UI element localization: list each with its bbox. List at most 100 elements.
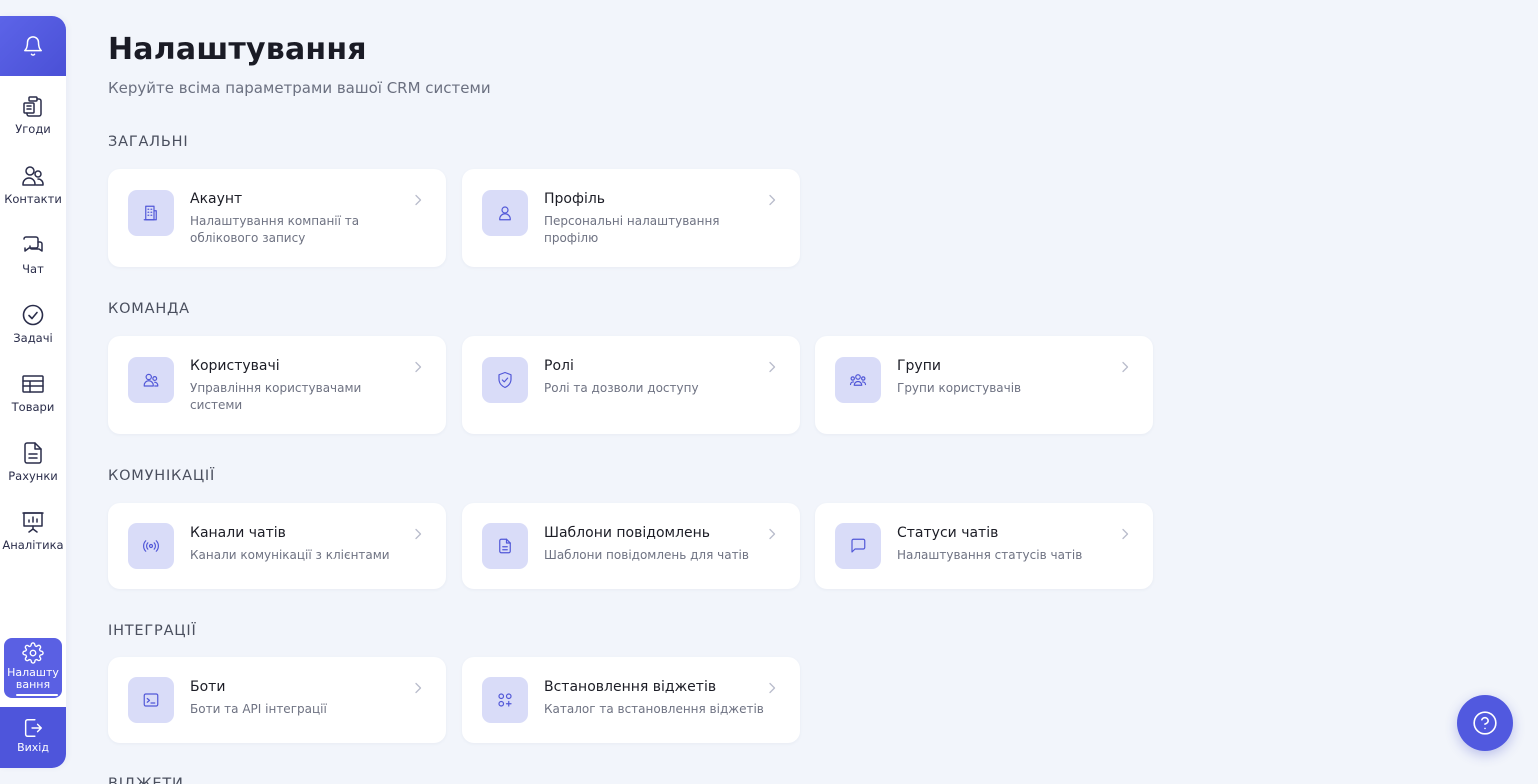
card-account[interactable]: Акаунт Налаштування компанії та обліково… [108, 169, 446, 267]
clipboard-icon [23, 96, 42, 117]
sidebar-item-invoices[interactable]: Рахунки [0, 441, 66, 501]
sidebar-item-settings[interactable]: Налашту вання [4, 638, 62, 698]
card-description: Боти та API інтеграції [190, 702, 327, 716]
card-profile[interactable]: Профіль Персональні налаштування профілю [462, 169, 800, 267]
chat-icon [23, 236, 43, 252]
chevron-right-icon [769, 682, 776, 694]
terminal-icon [143, 693, 159, 707]
card-title: Акаунт [190, 191, 243, 207]
logout-icon [24, 719, 42, 737]
section-title-widgets: ВІДЖЕТИ [108, 776, 184, 784]
card-title: Шаблони повідомлень [544, 525, 711, 541]
card-icon-box [128, 357, 174, 403]
card-groups[interactable]: Групи Групи користувачів [815, 336, 1153, 434]
presentation-chart-icon [22, 512, 44, 533]
users-icon [143, 373, 159, 387]
user-icon [499, 206, 511, 221]
card-bots[interactable]: Боти Боти та API інтеграції [108, 657, 446, 743]
bell-icon [24, 36, 42, 56]
card-chat-channels[interactable]: Канали чатів Канали комунікації з клієнт… [108, 503, 446, 589]
sidebar-item-label: Задачі [13, 331, 53, 345]
file-text-icon [499, 538, 511, 554]
card-icon-box [482, 677, 528, 723]
section-title-communications: КОМУНІКАЦІЇ [108, 468, 216, 484]
card-icon-box [482, 357, 528, 403]
card-icon-box [128, 677, 174, 723]
card-title: Канали чатів [190, 525, 286, 541]
sidebar-item-label: Угоди [15, 122, 51, 136]
chevron-right-icon [769, 194, 776, 206]
broadcast-icon [143, 540, 159, 552]
message-square-icon [851, 538, 866, 553]
card-description: Налаштування статусів чатів [897, 548, 1083, 562]
sidebar-item-analytics[interactable]: Аналітика [0, 510, 66, 570]
widgets-icon [498, 693, 512, 707]
card-description: Каталог та встановлення віджетів [544, 702, 764, 716]
section-title-team: КОМАНДА [108, 301, 190, 317]
section-title-general: ЗАГАЛЬНІ [108, 134, 189, 150]
chevron-right-icon [1122, 361, 1129, 373]
card-description: Персональні налаштування профілю [544, 214, 720, 245]
card-icon-box [128, 523, 174, 569]
sidebar-item-contacts[interactable]: Контакти [0, 164, 66, 224]
chevron-right-icon [769, 361, 776, 373]
logout-button[interactable]: Вихід [0, 707, 66, 768]
group-icon [849, 374, 867, 386]
card-title: Групи [897, 358, 941, 374]
users-icon [22, 166, 44, 186]
sidebar-item-label: Аналітика [2, 538, 64, 552]
sidebar-item-chat[interactable]: Чат [0, 234, 66, 294]
card-description: Шаблони повідомлень для чатів [544, 548, 749, 562]
card-description: Канали комунікації з клієнтами [190, 548, 390, 562]
notifications-button[interactable] [0, 16, 66, 76]
card-description: Налаштування компанії та облікового запи… [190, 214, 360, 245]
chevron-right-icon [415, 361, 422, 373]
page-subtitle: Керуйте всіма параметрами вашої CRM сист… [108, 79, 491, 97]
section-title-integrations: ІНТЕГРАЦІЇ [108, 623, 197, 639]
document-icon [24, 442, 42, 464]
sidebar-item-deals[interactable]: Угоди [0, 94, 66, 154]
shield-icon [498, 371, 512, 389]
card-title: Профіль [544, 191, 606, 207]
active-indicator [16, 694, 58, 696]
table-icon [22, 375, 44, 393]
card-widgets-install[interactable]: Встановлення віджетів Каталог та встанов… [462, 657, 800, 743]
chevron-right-icon [769, 528, 776, 540]
sidebar-item-label: Контакти [4, 192, 62, 206]
sidebar-item-products[interactable]: Товари [0, 372, 66, 432]
building-icon [143, 205, 157, 221]
card-description: Управління користувачами системи [190, 381, 362, 412]
card-description: Ролі та дозволи доступу [544, 381, 699, 395]
question-circle-icon [1473, 711, 1497, 735]
card-icon-box [482, 523, 528, 569]
card-chat-statuses[interactable]: Статуси чатів Налаштування статусів чаті… [815, 503, 1153, 589]
card-icon-box [128, 190, 174, 236]
card-roles[interactable]: Ролі Ролі та дозволи доступу [462, 336, 800, 434]
chevron-right-icon [415, 194, 422, 206]
chevron-right-icon [415, 682, 422, 694]
sidebar: Угоди Контакти Чат Задачі Товари Рахунки… [0, 16, 66, 768]
card-description: Групи користувачів [897, 381, 1022, 395]
sidebar-item-tasks[interactable]: Задачі [0, 303, 66, 363]
gear-icon [22, 642, 44, 664]
chevron-right-icon [415, 528, 422, 540]
logout-label: Вихід [17, 741, 49, 754]
card-title: Ролі [544, 358, 574, 374]
card-title: Встановлення віджетів [544, 679, 717, 695]
help-button[interactable] [1457, 695, 1513, 751]
page-title: Налаштування [108, 32, 367, 67]
chevron-right-icon [1122, 528, 1129, 540]
sidebar-item-label: Налашту вання [7, 666, 59, 691]
sidebar-item-label: Товари [11, 400, 55, 414]
sidebar-item-label: Рахунки [8, 469, 58, 483]
card-message-templates[interactable]: Шаблони повідомлень Шаблони повідомлень … [462, 503, 800, 589]
sidebar-item-label: Чат [22, 262, 44, 276]
card-title: Боти [190, 679, 226, 695]
card-users[interactable]: Користувачі Управління користувачами сис… [108, 336, 446, 434]
card-icon-box [482, 190, 528, 236]
check-circle-icon [22, 304, 44, 326]
card-icon-box [835, 357, 881, 403]
card-title: Користувачі [190, 358, 280, 374]
card-icon-box [835, 523, 881, 569]
card-title: Статуси чатів [897, 525, 999, 541]
